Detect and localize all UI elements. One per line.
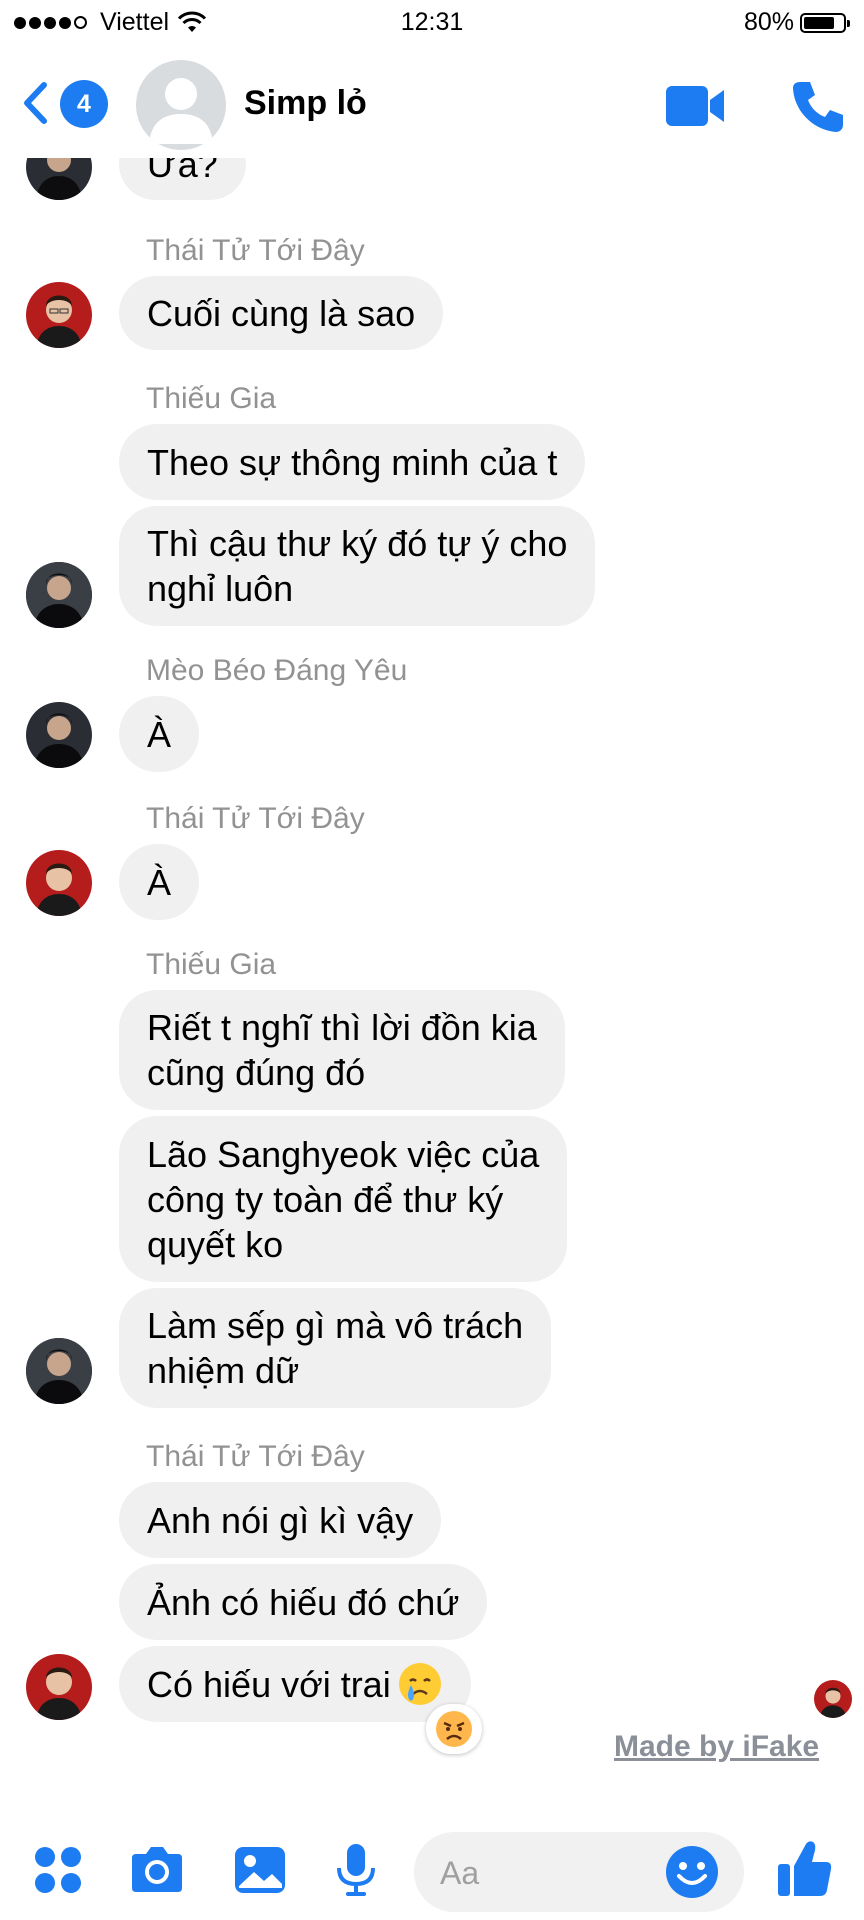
avatar [26,1654,92,1720]
message-composer[interactable] [414,1832,744,1912]
avatar [26,1338,92,1404]
chevron-left-icon [24,82,47,124]
message-text: Lão Sanghyeok việc của [147,1133,540,1175]
conversation-header: 4 Simp lỏ [0,48,864,158]
message-bubble[interactable]: Ừa? [119,158,246,200]
message-text: nhiệm dữ [147,1350,300,1391]
message-text: Làm sếp gì mà vô trách [147,1305,524,1346]
composer-bar [0,1820,864,1920]
message-bubble[interactable]: Lão Sanghyeok việc của công ty toàn để t… [119,1116,568,1282]
message-bubble[interactable]: Theo sự thông minh của t [119,424,586,500]
emoji-button[interactable] [664,1844,720,1900]
voice-call-button[interactable] [790,78,846,134]
avatar [26,562,92,628]
sender-name: Thái Tử Tới Đây [146,802,365,835]
message-bubble[interactable]: Cuối cùng là sao [119,276,444,350]
more-apps-button[interactable] [30,1842,86,1898]
group-avatar[interactable] [136,60,226,150]
person-photo-icon [26,1338,92,1404]
message-text: công ty toàn để thư ký [147,1178,504,1220]
person-photo-icon [36,295,82,348]
video-call-button[interactable] [664,84,726,128]
message-bubble[interactable]: Riết t nghĩ thì lời đồn kia cũng đúng đó [119,990,565,1110]
voice-record-button[interactable] [328,1842,384,1898]
four-dots-icon [35,1847,81,1893]
sender-name: Mèo Béo Đáng Yêu [146,654,408,687]
message-bubble[interactable]: Anh nói gì kì vậy [119,1482,442,1558]
message-list[interactable]: Ừa? Thái Tử Tới Đây Cuối cùng là sao Thi… [0,158,864,1808]
sender-name: Thiếu Gia [146,948,277,981]
watermark-link[interactable]: Made by iFake [614,1730,819,1764]
microphone-icon [337,1844,375,1896]
back-button[interactable]: 4 [22,76,114,130]
message-bubble[interactable]: Thì cậu thư ký đó tự ý cho nghỉ luôn [119,506,596,626]
message-text: Riết t nghĩ thì lời đồn kia [147,1007,537,1048]
message-bubble[interactable]: Ảnh có hiếu đó chứ [119,1564,488,1640]
status-bar: Viettel 12:31 80% [0,0,864,48]
message-reaction[interactable] [426,1704,482,1754]
sender-name: Thái Tử Tới Đây [146,234,365,267]
battery-status: 80% [743,8,850,37]
crying-face-emoji-icon [398,1663,441,1705]
message-text: cũng đúng đó [147,1052,366,1093]
gallery-button[interactable] [232,1842,288,1898]
message-text: quyết ko [147,1223,284,1265]
camera-icon [132,1847,182,1892]
battery-percent: 80% [743,8,794,36]
battery-icon [800,12,850,33]
avatar [26,158,92,200]
read-receipt-avatar [814,1680,852,1718]
video-camera-icon [666,86,724,126]
camera-button[interactable] [128,1842,184,1898]
thumbs-up-icon [778,1841,832,1896]
message-text: nghỉ luôn [147,568,294,609]
person-photo-icon [34,713,84,768]
message-bubble[interactable]: À [119,696,200,772]
message-text: À [147,861,172,903]
message-text: Thì cậu thư ký đó tự ý cho [147,523,568,564]
message-input[interactable] [438,1852,642,1894]
message-text: À [147,713,172,755]
conversation-title[interactable]: Simp lỏ [244,84,367,123]
message-text: Có hiếu với trai [147,1663,391,1705]
like-button[interactable] [776,1838,832,1896]
message-text: Theo sự thông minh của t [147,441,558,483]
message-text: Anh nói gì kì vậy [147,1499,414,1541]
battery-cap [847,19,850,27]
sender-name: Thái Tử Tới Đây [146,1440,365,1473]
clock: 12:31 [400,8,464,36]
battery-level-fill [804,16,834,29]
message-text: Ảnh có hiếu đó chứ [147,1581,460,1623]
message-text: Ừa? [147,158,218,185]
message-bubble[interactable]: Có hiếu với trai [119,1646,471,1722]
message-bubble[interactable]: À [119,844,200,920]
person-photo-icon [819,1687,847,1718]
person-photo-icon [36,1667,82,1720]
message-text: Cuối cùng là sao [147,292,416,334]
avatar [26,702,92,768]
avatar [26,282,92,348]
person-photo-icon [36,863,82,916]
smiley-face-icon [666,1846,718,1898]
unread-count-badge: 4 [60,80,108,128]
person-photo-icon [36,158,82,200]
person-photo-icon [26,562,92,628]
default-user-icon [149,78,213,144]
message-bubble[interactable]: Làm sếp gì mà vô trách nhiệm dữ [119,1288,552,1408]
image-gallery-icon [235,1847,285,1893]
phone-icon [793,82,843,132]
sender-name: Thiếu Gia [146,382,277,415]
angry-face-emoji-icon [436,1711,472,1747]
avatar [26,850,92,916]
